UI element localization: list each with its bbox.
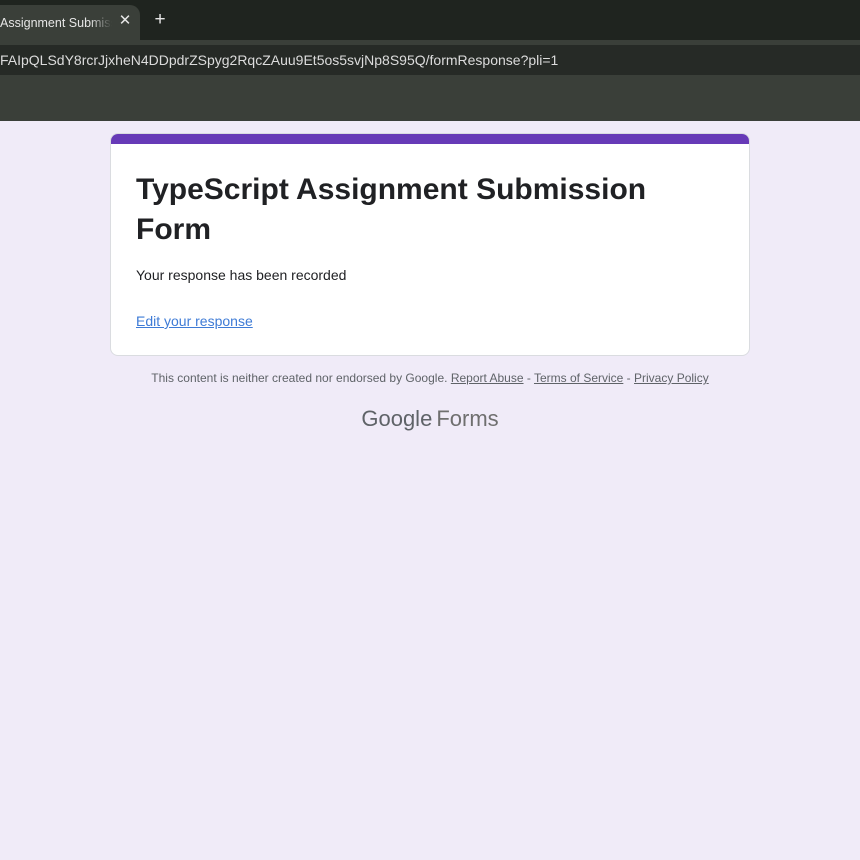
footer-separator: - [623, 371, 635, 385]
form-title: TypeScript Assignment Submission Form [136, 173, 647, 246]
address-bar[interactable]: FAIpQLSdY8rcrJjxheN4DDpdrZSpyg2RqcZAuu9E… [0, 45, 860, 75]
browser-tab[interactable]: Assignment Submission Form ✕ [0, 5, 140, 40]
card-accent-bar [111, 134, 749, 144]
new-tab-button[interactable]: + [150, 10, 170, 30]
browser-toolbar: FAIpQLSdY8rcrJjxheN4DDpdrZSpyg2RqcZAuu9E… [0, 40, 860, 80]
report-abuse-link[interactable]: Report Abuse [451, 371, 524, 385]
footer-disclaimer: This content is neither created nor endo… [0, 371, 860, 385]
url-text: FAIpQLSdY8rcrJjxheN4DDpdrZSpyg2RqcZAuu9E… [0, 52, 559, 68]
confirmation-message: Your response has been recorded [136, 267, 347, 283]
bookmarks-bar [0, 80, 860, 121]
tab-title: Assignment Submission Form [0, 15, 112, 30]
close-tab-icon[interactable]: ✕ [116, 12, 134, 30]
form-page: TypeScript Assignment Submission Form Yo… [0, 121, 860, 860]
edit-response-link[interactable]: Edit your response [136, 313, 253, 329]
disclaimer-text: This content is neither created nor endo… [151, 371, 448, 385]
google-forms-logo[interactable]: Google Forms [0, 406, 860, 432]
tab-strip: Assignment Submission Form ✕ + [0, 0, 860, 40]
terms-of-service-link[interactable]: Terms of Service [534, 371, 623, 385]
privacy-policy-link[interactable]: Privacy Policy [634, 371, 709, 385]
footer-separator: - [523, 371, 534, 385]
response-card: TypeScript Assignment Submission Form Yo… [110, 133, 750, 356]
brand-google: Google [361, 406, 433, 431]
brand-forms: Forms [436, 406, 499, 431]
